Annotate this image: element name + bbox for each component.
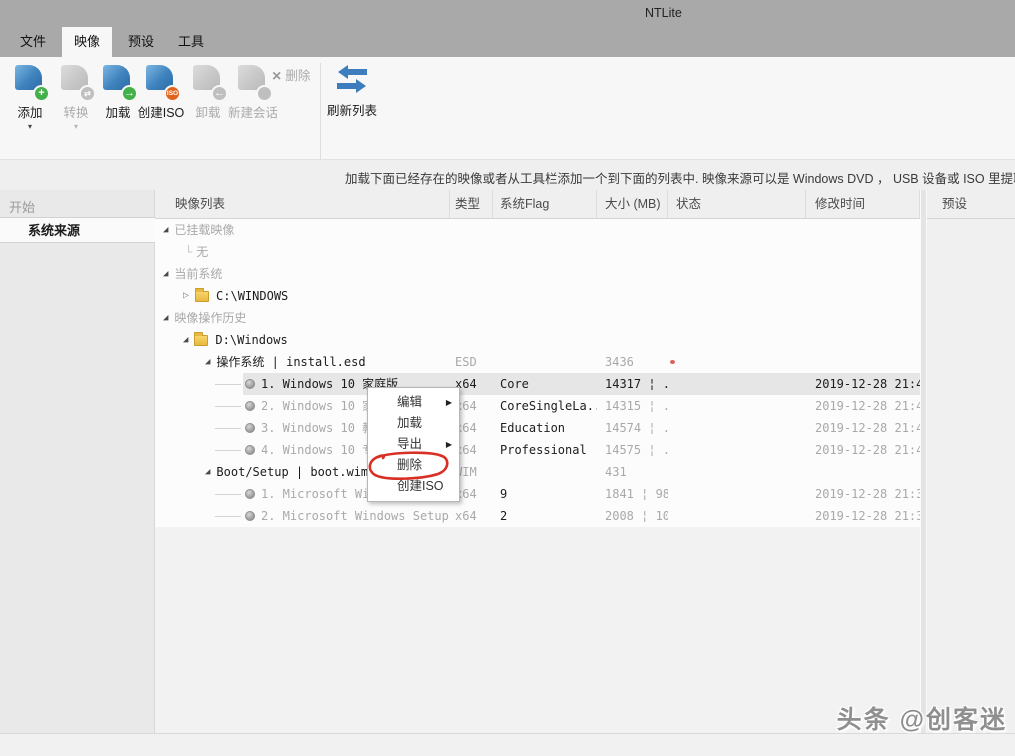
sidebar: 开始 系统来源 [0,190,155,733]
tree-corner-icon: └ [185,241,192,263]
info-bar: 加载下面已经存在的映像或者从工具栏添加一个到下面的列表中. 映像来源可以是 Wi… [0,160,1015,190]
expander-expanded-icon: ◢ [163,225,168,235]
folder-icon [194,335,208,346]
table-row-win10-home-sl[interactable]: 2. Windows 10 家 x64 CoreSingleLa... 1431… [155,395,920,417]
submenu-arrow-icon: ▶ [446,434,452,455]
table-row-image-history[interactable]: ◢映像操作历史 [155,307,920,329]
edition-bullet-icon [245,401,255,411]
convert-image-icon: ⇄ [59,63,93,99]
column-header-flag[interactable]: 系统Flag [493,190,597,218]
edition-bullet-icon [245,511,255,521]
chevron-down-icon: ▾ [54,123,98,131]
sidebar-item-system-source[interactable]: 系统来源 [0,217,155,243]
menu-item-export[interactable]: 导出▶ [368,434,459,455]
load-button[interactable]: → 加载 [98,63,138,121]
submenu-arrow-icon: ▶ [446,392,452,413]
edition-bullet-icon [245,445,255,455]
expander-expanded-icon: ◢ [183,335,188,345]
red-dot-annotation [670,360,675,364]
tab-presets[interactable]: 预设 [118,27,164,57]
tab-tools[interactable]: 工具 [168,27,214,57]
column-header-modified[interactable]: 修改时间 [806,190,920,218]
column-header-preset[interactable]: 预设 [927,190,1015,219]
info-text: 加载下面已经存在的映像或者从工具栏添加一个到下面的列表中. 映像来源可以是 Wi… [345,168,1015,187]
delete-x-icon: × [272,68,281,85]
table-row-winpe[interactable]: 1. Microsoft Win x64 9 1841 ¦ 981 2019-1… [155,483,920,505]
refresh-list-button[interactable]: 刷新列表 [324,63,380,119]
create-iso-icon: ISO [144,63,178,99]
new-session-icon [236,63,270,99]
edition-bullet-icon [245,423,255,433]
column-header-status[interactable]: 状态 [668,190,806,218]
add-image-icon: + [13,63,47,99]
expander-expanded-icon: ◢ [205,357,210,367]
window-title: NTLite [645,6,682,20]
title-bar: NTLite [0,0,1015,27]
expander-expanded-icon: ◢ [163,269,168,279]
expander-expanded-icon: ◢ [205,467,210,477]
ribbon: + 添加 ▾ ⇄ 转换 ▾ → 加载 ISO 创建ISO ← 卸载 新建会话 ×… [0,57,1015,160]
table-row-win10-education[interactable]: 3. Windows 10 教 x64 Education 14574 ¦ ..… [155,417,920,439]
table-row-current-system[interactable]: ◢当前系统 [155,263,920,285]
tab-bar: 文件 映像 预设 工具 [0,27,1015,57]
unload-button[interactable]: ← 卸载 [188,63,228,121]
table-row-mounted-images[interactable]: ◢已挂载映像 [155,219,920,241]
table-row-none[interactable]: └无 [155,241,920,263]
tab-file[interactable]: 文件 [10,27,56,57]
menu-item-edit[interactable]: 编辑▶ [368,392,459,413]
column-header-image-list[interactable]: 映像列表 [155,190,450,218]
table-header: 映像列表 类型 系统Flag 大小 (MB) 状态 修改时间 [155,190,920,219]
table-row-win10-pro[interactable]: 4. Windows 10 专 x64 Professional 14575 ¦… [155,439,920,461]
expander-collapsed-icon: ▷ [183,291,189,301]
status-bar [0,733,1015,756]
column-header-type[interactable]: 类型 [450,190,493,218]
menu-item-delete[interactable]: 删除 [368,455,459,476]
watermark-text: 头条 @创客迷 [837,700,1007,736]
sidebar-section-label: 开始 [9,197,35,216]
column-header-size[interactable]: 大小 (MB) [597,190,668,218]
table-row-windows-setup[interactable]: 2. Microsoft Windows Setup ... x64 2 200… [155,505,920,527]
refresh-icon [334,63,370,97]
edition-bullet-icon [245,489,255,499]
table-row-win10-home[interactable]: 1. Windows 10 家庭版 x64 Core 14317 ¦ ... 2… [155,373,920,395]
menu-item-load[interactable]: 加载 [368,413,459,434]
vertical-scrollbar[interactable] [920,190,927,733]
table-row-d-windows[interactable]: ◢D:\Windows [155,329,920,351]
table-row-install-esd[interactable]: ◢操作系统 | install.esd ESD 3436 [155,351,920,373]
tab-image[interactable]: 映像 [62,27,112,57]
table-row-boot-wim[interactable]: ◢Boot/Setup | boot.wim WIM 431 [155,461,920,483]
folder-icon [195,291,209,302]
add-button[interactable]: + 添加 ▾ [8,63,52,131]
table-body: ◢已挂载映像 └无 ◢当前系统 ▷C:\WINDOWS ◢映像操作历史 ◢D:\… [155,219,920,527]
context-menu: 编辑▶ 加载 导出▶ 删除 创建ISO [367,387,460,502]
menu-item-create-iso[interactable]: 创建ISO [368,476,459,497]
delete-button[interactable]: ×删除 [272,65,310,83]
load-image-icon: → [101,63,135,99]
table-row-c-windows[interactable]: ▷C:\WINDOWS [155,285,920,307]
image-list-panel: 映像列表 类型 系统Flag 大小 (MB) 状态 修改时间 ◢已挂载映像 └无… [155,190,920,733]
chevron-down-icon: ▾ [8,123,52,131]
convert-button[interactable]: ⇄ 转换 ▾ [54,63,98,131]
preset-panel: 预设 [927,190,1015,733]
unload-image-icon: ← [191,63,225,99]
create-iso-button[interactable]: ISO 创建ISO [136,63,186,121]
edition-bullet-icon [245,379,255,389]
expander-expanded-icon: ◢ [163,313,168,323]
